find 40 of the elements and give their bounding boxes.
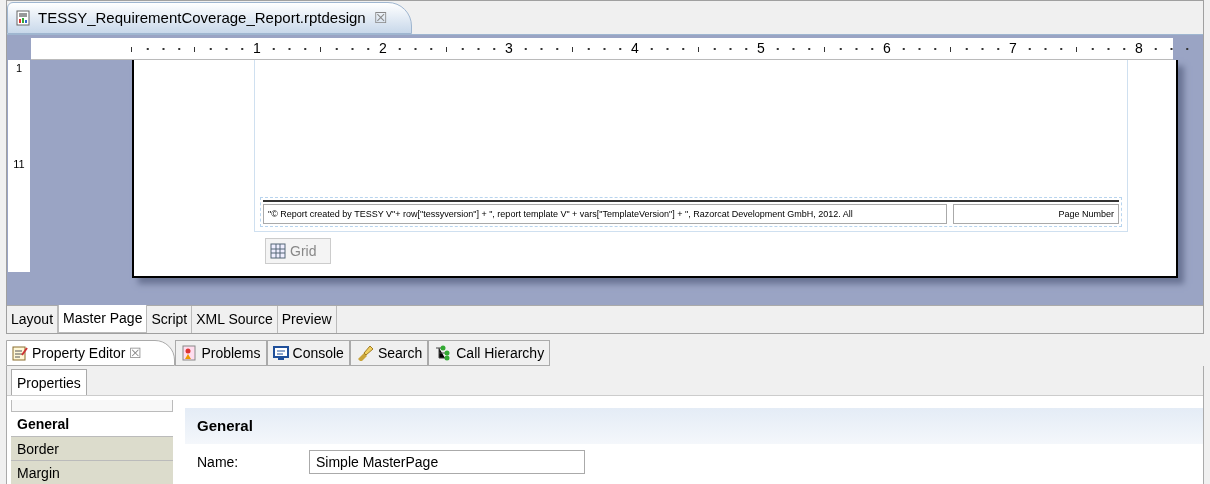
section-item[interactable]: Border xyxy=(11,436,173,460)
editor-tab[interactable]: TESSY_RequirementCoverage_Report.rptdesign ☒ xyxy=(7,2,412,34)
ruler-number: 3 xyxy=(504,40,514,56)
close-icon[interactable]: ☒ xyxy=(129,342,143,364)
notepad-icon xyxy=(12,345,28,361)
ruler-number: 6 xyxy=(882,40,892,56)
warning-document-icon xyxy=(181,345,198,361)
view-tab-label: Property Editor xyxy=(32,343,126,363)
editor-page-tab[interactable]: Script xyxy=(147,306,193,333)
ruler-number: 2 xyxy=(378,40,388,56)
field-label: Name: xyxy=(197,452,240,472)
view-tab[interactable]: Search xyxy=(349,340,429,366)
section-heading: General xyxy=(185,408,1203,444)
page-number-field: Page Number xyxy=(953,204,1119,224)
properties-tab[interactable]: Properties xyxy=(11,369,87,395)
view-tab-label: Search xyxy=(377,343,423,363)
view-tab[interactable]: Property Editor ☒ xyxy=(6,340,176,366)
grid-icon xyxy=(270,243,286,259)
editor-page-tab[interactable]: XML Source xyxy=(192,306,278,333)
editor-page-tab[interactable]: Preview xyxy=(277,306,337,333)
ruler-number: 4 xyxy=(630,40,640,56)
ruler-number: 5 xyxy=(756,40,766,56)
report-file-icon xyxy=(16,10,30,26)
view-tab[interactable]: Call Hierarchy xyxy=(428,340,551,366)
view-tab-label: Call Hierarchy xyxy=(456,343,545,363)
ruler-number: 8 xyxy=(1134,40,1144,56)
ruler-number: 7 xyxy=(1008,40,1018,56)
name-field[interactable]: Simple MasterPage xyxy=(309,450,585,474)
ruler-number: 11 xyxy=(13,158,25,170)
editor-page-tab[interactable]: Master Page xyxy=(58,305,148,333)
ruler-number: 1 xyxy=(252,40,262,56)
monitor-icon xyxy=(272,345,289,361)
footer-text: "© Report created by TESSY V"+ row["tessyversion"] + ", report template V" + vars["TemplateVersion"] + ", Razorcat Development GmbH, 2012. All xyxy=(263,204,947,224)
view-tab-label: Problems xyxy=(201,343,261,363)
view-tab[interactable]: Console xyxy=(266,340,350,366)
ruler-number: 1 xyxy=(15,62,23,74)
section-item[interactable]: Margin xyxy=(11,460,173,484)
tab-title: TESSY_RequirementCoverage_Report.rptdesign xyxy=(38,7,366,28)
view-tab-label: Console xyxy=(292,343,344,363)
view-tab[interactable]: Problems xyxy=(175,340,267,366)
